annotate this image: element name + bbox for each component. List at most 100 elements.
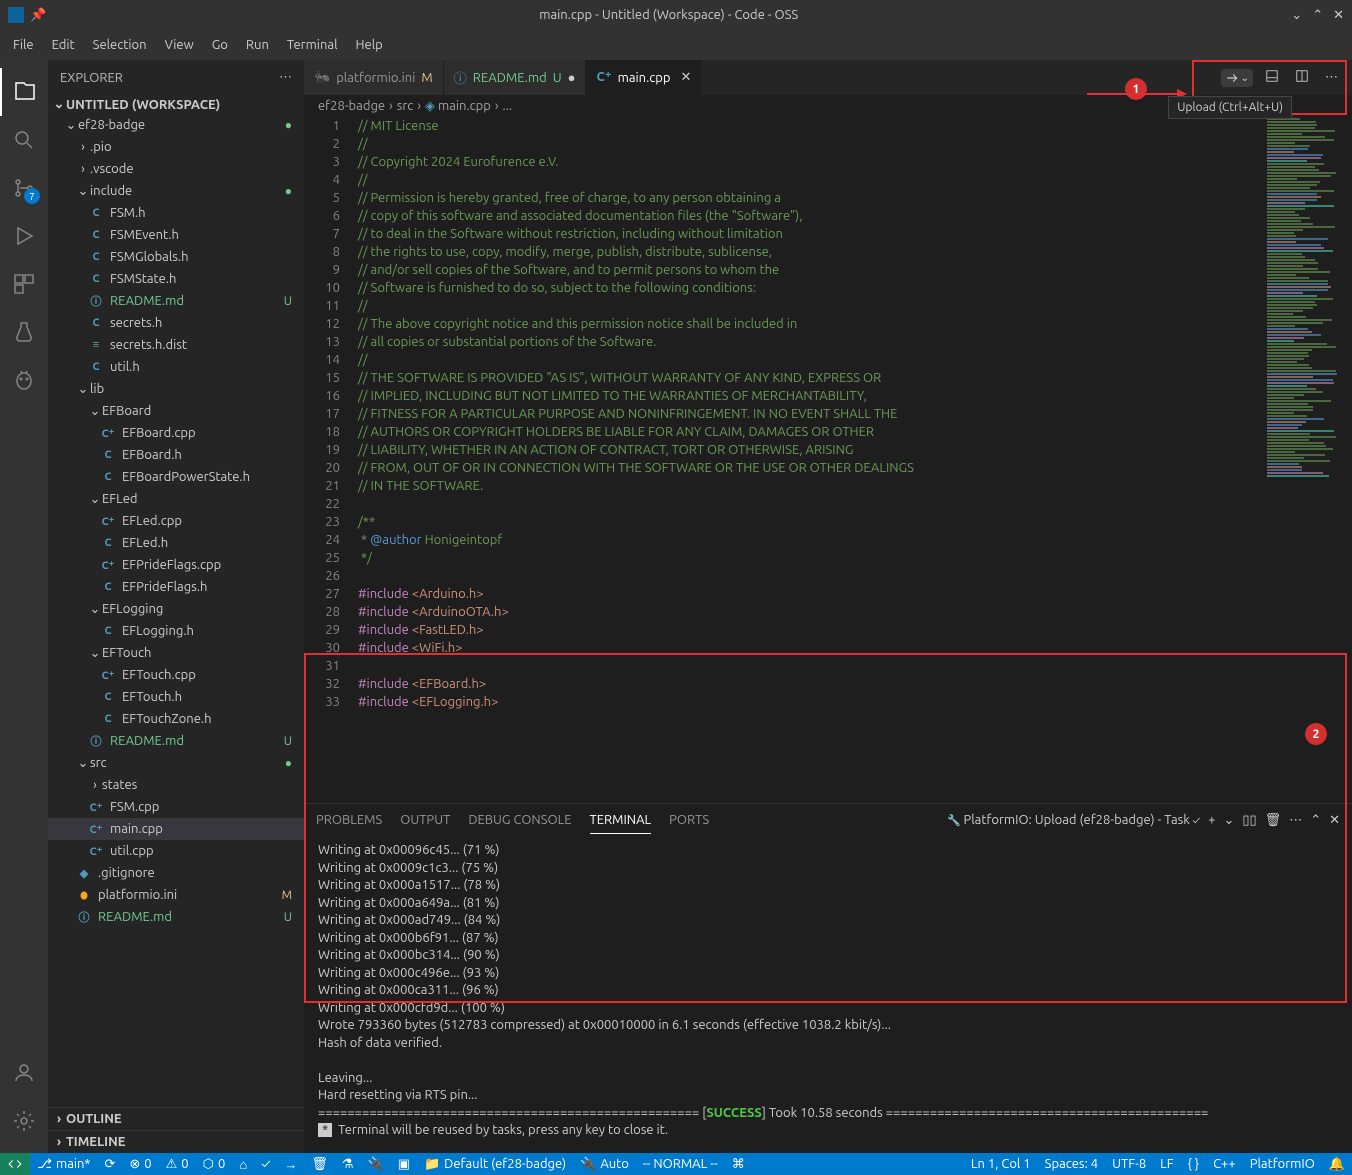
file-FSMEvent.h[interactable]: CFSMEvent.h [48, 224, 304, 246]
folder-EFTouch[interactable]: ⌄EFTouch [48, 642, 304, 664]
file-.gitignore[interactable]: ◆.gitignore [48, 862, 304, 884]
file-FSMState.h[interactable]: CFSMState.h [48, 268, 304, 290]
close-icon[interactable]: ✕ [1333, 8, 1344, 23]
menu-go[interactable]: Go [204, 34, 236, 56]
terminal-dropdown-icon[interactable]: ⌄ [1223, 813, 1234, 828]
folder-.vscode[interactable]: ›.vscode [48, 158, 304, 180]
status-cmd[interactable]: ⌘ [725, 1157, 752, 1172]
activity-run[interactable] [0, 212, 48, 260]
timeline-section[interactable]: ›TIMELINE [48, 1130, 304, 1153]
file-FSM.cpp[interactable]: C⁺FSM.cpp [48, 796, 304, 818]
status----[interactable]: { } [1181, 1157, 1206, 1171]
status-c--[interactable]: C++ [1206, 1157, 1243, 1171]
new-terminal-icon[interactable]: + [1208, 813, 1215, 827]
more-actions-icon[interactable]: ⋯ [1321, 66, 1342, 89]
file-EFPrideFlags.h[interactable]: CEFPrideFlags.h [48, 576, 304, 598]
folder-ef28-badge[interactable]: ⌄ef28-badge● [48, 114, 304, 136]
file-FSM.h[interactable]: CFSM.h [48, 202, 304, 224]
folder-EFBoard[interactable]: ⌄EFBoard [48, 400, 304, 422]
terminal-task-label[interactable]: 🔧 PlatformIO: Upload (ef28-badge) - Task… [947, 813, 1200, 827]
file-EFLed.h[interactable]: CEFLed.h [48, 532, 304, 554]
folder-EFLed[interactable]: ⌄EFLed [48, 488, 304, 510]
status-0[interactable]: ⊗0 [122, 1157, 158, 1172]
status-platformio[interactable]: PlatformIO [1243, 1157, 1322, 1171]
status-main-[interactable]: ⎇main* [30, 1157, 97, 1172]
split-editor-icon[interactable] [1291, 65, 1313, 90]
toggle-panel-icon[interactable] [1261, 65, 1283, 90]
status-0[interactable]: ⬡0 [196, 1157, 233, 1172]
panel-more-icon[interactable]: ⋯ [1289, 813, 1302, 828]
menu-help[interactable]: Help [347, 34, 390, 56]
activity-platformio[interactable] [0, 356, 48, 404]
status-0[interactable]: ⚠0 [159, 1157, 196, 1172]
folder-src[interactable]: ⌄src● [48, 752, 304, 774]
panel-tab-output[interactable]: OUTPUT [400, 807, 450, 833]
split-terminal-icon[interactable]: ▯▯ [1242, 813, 1256, 828]
tab-README.md[interactable]: ⓘREADME.mdU● [444, 60, 587, 95]
menu-edit[interactable]: Edit [44, 34, 83, 56]
outline-section[interactable]: ›OUTLINE [48, 1107, 304, 1130]
status-check[interactable]: ✓ [254, 1157, 277, 1171]
status----normal---[interactable]: -- NORMAL -- [636, 1157, 725, 1171]
status-auto[interactable]: 🔌Auto [573, 1157, 636, 1172]
activity-accounts[interactable] [0, 1049, 48, 1097]
file-util.h[interactable]: Cutil.h [48, 356, 304, 378]
status-home[interactable]: ⌂ [232, 1157, 254, 1172]
panel-tab-debug-console[interactable]: DEBUG CONSOLE [468, 807, 571, 833]
activity-explorer[interactable] [0, 68, 48, 116]
file-EFTouch.cpp[interactable]: C⁺EFTouch.cpp [48, 664, 304, 686]
file-FSMGlobals.h[interactable]: CFSMGlobals.h [48, 246, 304, 268]
menu-file[interactable]: File [5, 34, 42, 56]
status-lf[interactable]: LF [1153, 1157, 1180, 1171]
minimize-icon[interactable]: ⌄ [1291, 8, 1302, 23]
menu-selection[interactable]: Selection [85, 34, 155, 56]
file-secrets.h.dist[interactable]: ≡secrets.h.dist [48, 334, 304, 356]
tab-platformio.ini[interactable]: 🐜platformio.iniM [304, 60, 444, 95]
activity-testing[interactable] [0, 308, 48, 356]
activity-scm[interactable]: 7 [0, 164, 48, 212]
maximize-icon[interactable]: ⌃ [1312, 8, 1323, 23]
menu-run[interactable]: Run [238, 34, 277, 56]
status-default--ef28-badge-[interactable]: 📁Default (ef28-badge) [417, 1157, 573, 1172]
panel-tab-ports[interactable]: PORTS [669, 807, 709, 833]
tab-main.cpp[interactable]: C⁺main.cpp✕ [586, 60, 702, 95]
pin-icon[interactable]: 📌 [30, 8, 46, 23]
folder-include[interactable]: ⌄include● [48, 180, 304, 202]
file-EFBoardPowerState.h[interactable]: CEFBoardPowerState.h [48, 466, 304, 488]
maximize-panel-icon[interactable]: ⌃ [1310, 813, 1321, 828]
file-README.md[interactable]: ⓘREADME.mdU [48, 906, 304, 928]
sidebar-more-icon[interactable]: ⋯ [279, 70, 292, 85]
terminal-output[interactable]: Writing at 0x00096c45... (71 %)Writing a… [304, 836, 1352, 1153]
status-bell[interactable]: 🔔 [1322, 1157, 1352, 1172]
folder-EFLogging[interactable]: ⌄EFLogging [48, 598, 304, 620]
folder-.pio[interactable]: ›.pio [48, 136, 304, 158]
menu-terminal[interactable]: Terminal [279, 34, 346, 56]
menu-view[interactable]: View [157, 34, 202, 56]
activity-search[interactable] [0, 116, 48, 164]
status-arrow[interactable]: → [277, 1157, 304, 1172]
file-platformio.ini[interactable]: platformio.iniM [48, 884, 304, 906]
status-beaker[interactable]: ⚗ [335, 1157, 361, 1172]
panel-tab-terminal[interactable]: TERMINAL [590, 807, 652, 834]
file-EFPrideFlags.cpp[interactable]: C⁺EFPrideFlags.cpp [48, 554, 304, 576]
file-EFLogging.h[interactable]: CEFLogging.h [48, 620, 304, 642]
status-terminal[interactable]: ▣ [391, 1157, 417, 1172]
file-README.md[interactable]: ⓘREADME.mdU [48, 290, 304, 312]
status-trash[interactable]: 🗑 [304, 1157, 335, 1172]
file-README.md[interactable]: ⓘREADME.mdU [48, 730, 304, 752]
file-EFTouch.h[interactable]: CEFTouch.h [48, 686, 304, 708]
folder-states[interactable]: ›states [48, 774, 304, 796]
code-editor[interactable]: 1234567891011121314151617181920212223242… [304, 117, 1352, 803]
file-EFLed.cpp[interactable]: C⁺EFLed.cpp [48, 510, 304, 532]
activity-extensions[interactable] [0, 260, 48, 308]
status-sync[interactable]: ⟳ [97, 1157, 122, 1172]
kill-terminal-icon[interactable]: 🗑 [1265, 813, 1282, 828]
workspace-header[interactable]: ⌄UNTITLED (WORKSPACE) [48, 95, 304, 114]
file-EFTouchZone.h[interactable]: CEFTouchZone.h [48, 708, 304, 730]
code-content[interactable]: // MIT License//// Copyright 2024 Eurofu… [354, 117, 1264, 803]
panel-tab-problems[interactable]: PROBLEMS [316, 807, 382, 833]
file-main.cpp[interactable]: C⁺main.cpp [48, 818, 304, 840]
close-panel-icon[interactable]: ✕ [1329, 813, 1340, 828]
remote-button[interactable] [0, 1153, 30, 1175]
activity-settings[interactable] [0, 1097, 48, 1145]
